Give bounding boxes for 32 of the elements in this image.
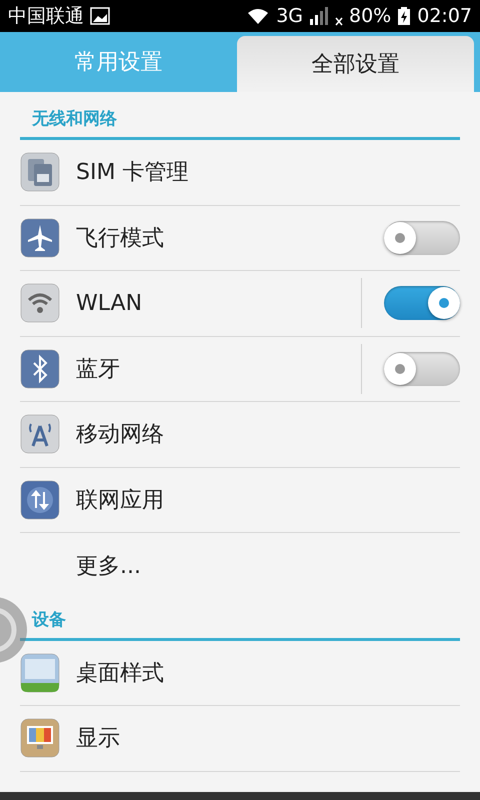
setting-label[interactable]: 桌面样式 [76, 658, 460, 688]
battery-charging-icon [397, 6, 412, 26]
wifi-icon [246, 7, 270, 25]
toggle-switch[interactable] [384, 352, 460, 386]
setting-label[interactable]: 更多... [76, 550, 460, 581]
setting-label[interactable]: 显示 [76, 723, 460, 754]
battery-percent: 80% [349, 5, 392, 27]
desktop-icon [20, 652, 60, 693]
bluetooth-icon [20, 348, 60, 389]
antenna-icon [20, 414, 60, 454]
tab[interactable]: 全部设置 [237, 36, 474, 92]
wifi-icon [20, 283, 60, 324]
toggle-switch[interactable] [384, 286, 460, 320]
carrier-name: 中国联通 [8, 4, 84, 29]
setting-label[interactable]: 移动网络 [76, 419, 460, 450]
no-signal-icon [335, 17, 343, 26]
signal-icon [309, 7, 329, 25]
setting-label[interactable]: SIM 卡管理 [76, 157, 460, 188]
sim-card-icon [20, 152, 60, 192]
section-title: 无线和网络 [30, 108, 117, 131]
globe-arrows-icon [20, 480, 60, 520]
section-title: 设备 [30, 608, 66, 632]
setting-label[interactable]: WLAN [76, 290, 361, 316]
setting-label[interactable]: 飞行模式 [76, 222, 384, 253]
image-icon [90, 7, 110, 25]
display-icon [20, 718, 60, 758]
network-type: 3G [276, 5, 303, 27]
toggle-switch[interactable] [384, 220, 460, 255]
setting-label[interactable]: 蓝牙 [76, 354, 361, 384]
setting-label[interactable]: 联网应用 [76, 484, 460, 515]
airplane-icon [20, 218, 60, 258]
clock: 02:07 [417, 5, 472, 27]
